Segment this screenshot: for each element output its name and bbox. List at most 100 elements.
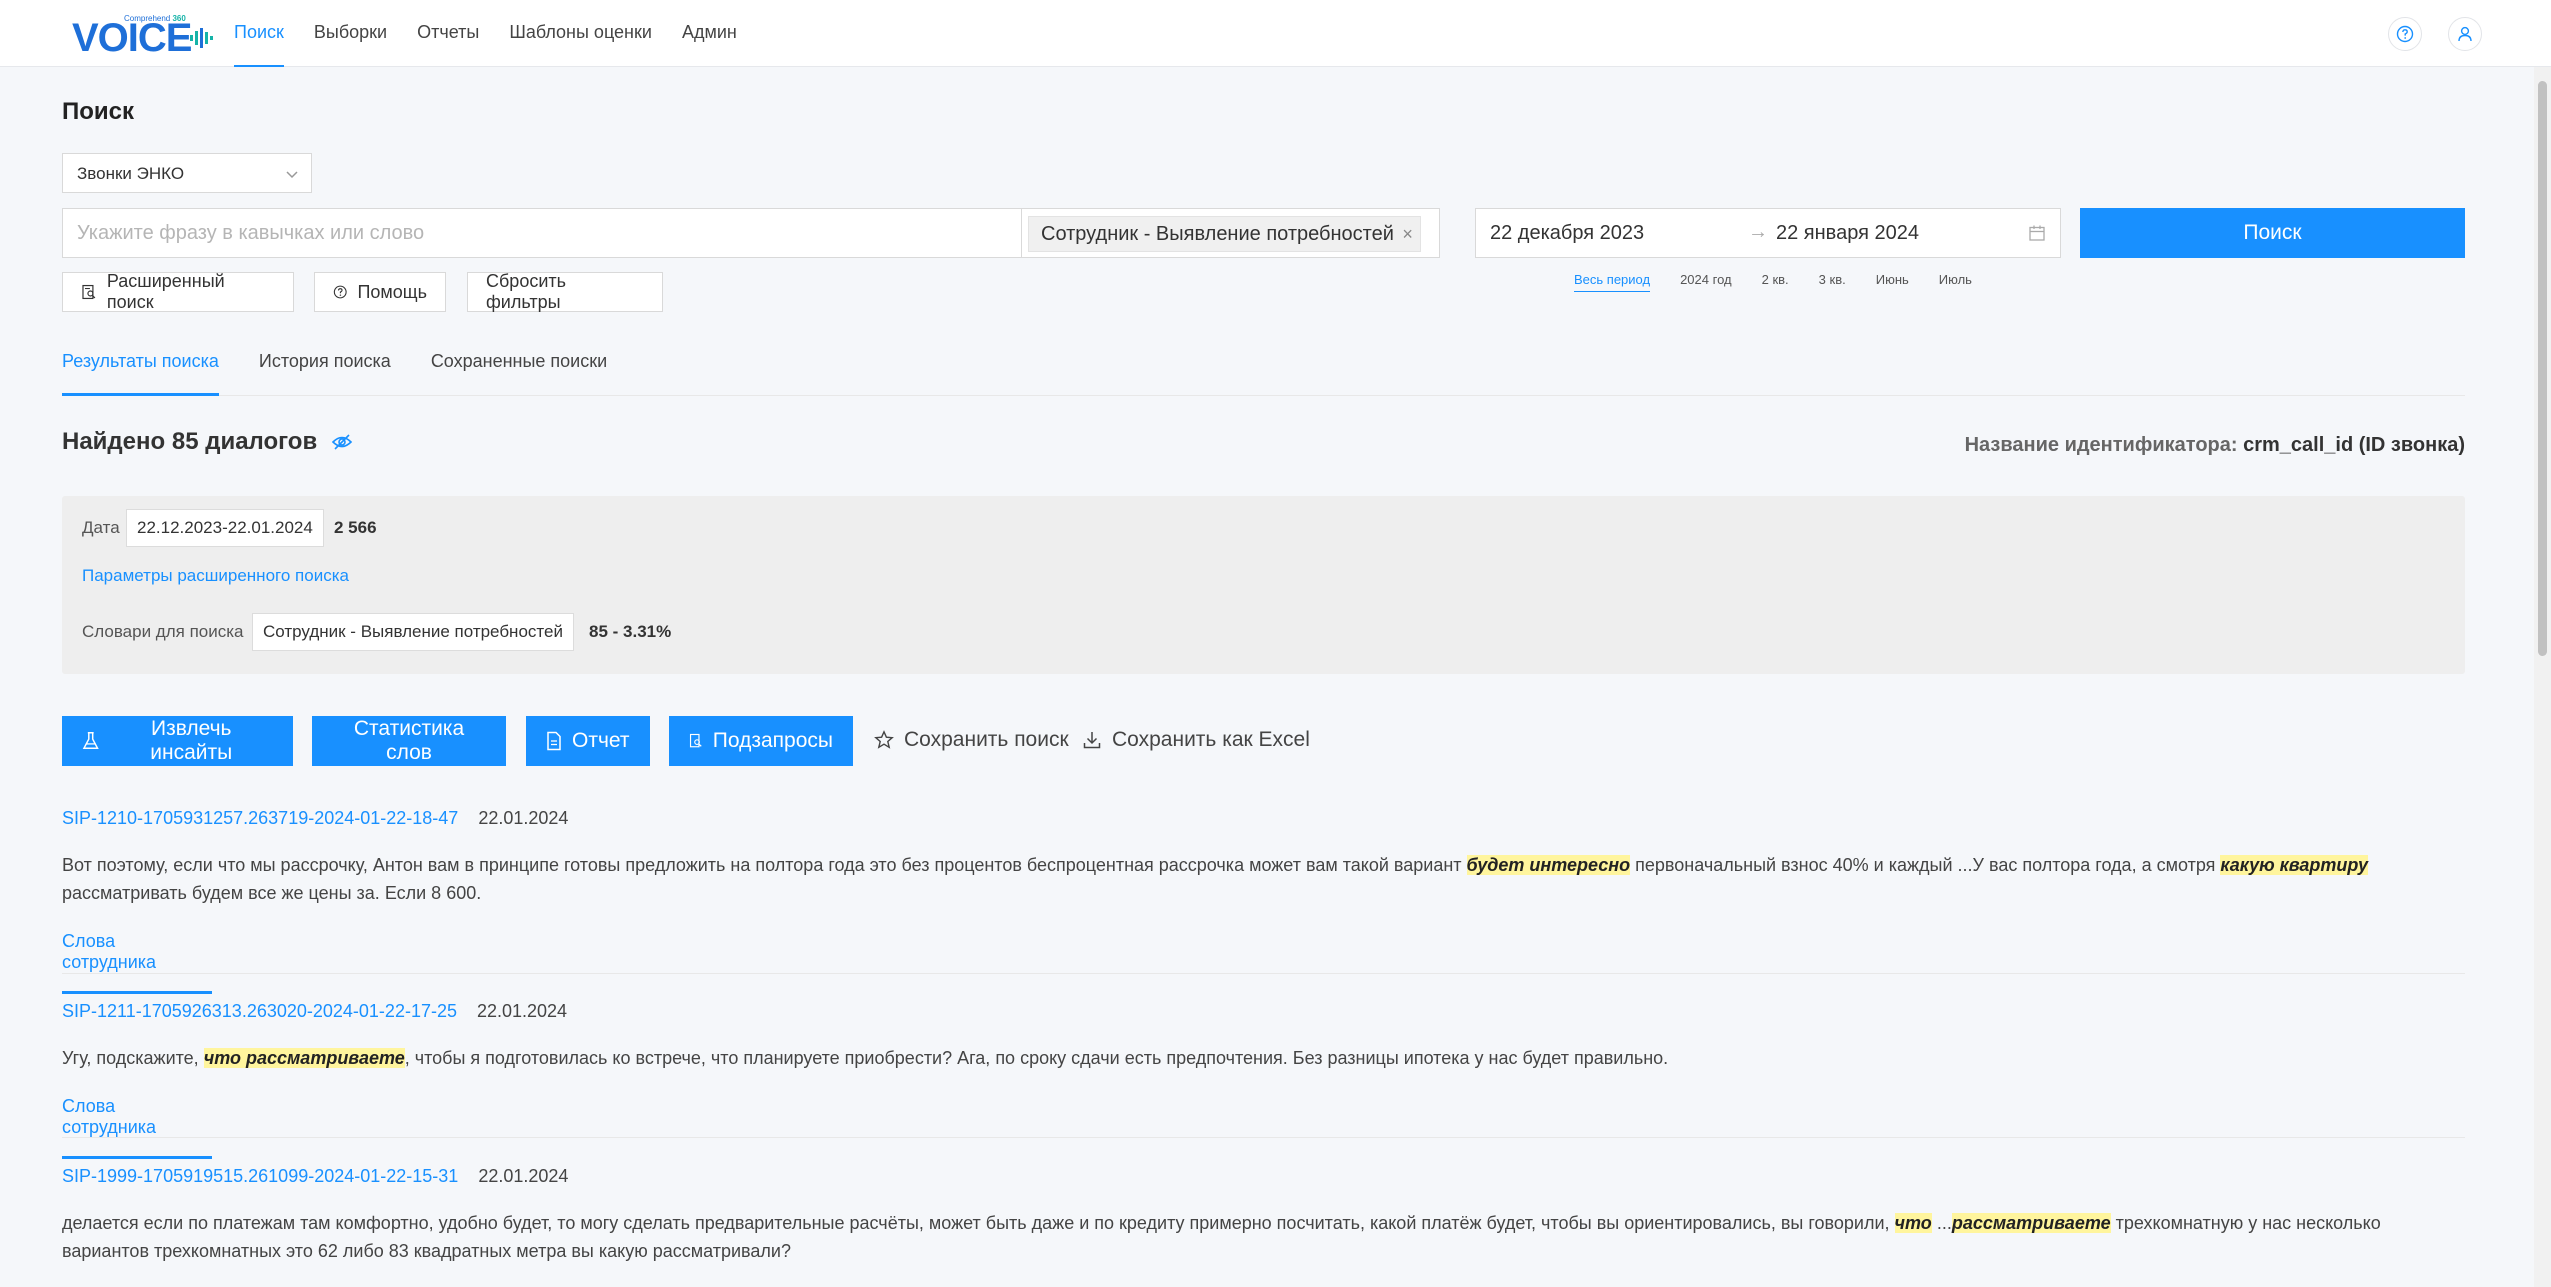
nav-search[interactable]: Поиск: [234, 0, 284, 67]
transcript-text: делается если по платежам там комфортно,…: [62, 1213, 1895, 1233]
period-all[interactable]: Весь период: [1574, 272, 1651, 292]
transcript-text: , чтобы я подготовилась ко встрече, что …: [404, 1048, 1669, 1068]
user-icon: [2458, 26, 2472, 42]
question-circle-icon: [333, 285, 347, 299]
logo-text: VOICE: [72, 16, 192, 60]
transcript-text: первоначальный взнос 40% и каждый ...У в…: [1630, 855, 2221, 875]
period-q2[interactable]: 2 кв.: [1762, 272, 1789, 292]
result-id-link[interactable]: SIP-1211-1705926313.263020-2024-01-22-17…: [62, 1001, 457, 1022]
filter-date-count: 2 566: [334, 518, 377, 537]
filter-date-label: Дата: [82, 518, 120, 537]
main-nav: Поиск Выборки Отчеты Шаблоны оценки Адми…: [234, 0, 767, 67]
result-id-link[interactable]: SIP-1210-1705931257.263719-2024-01-22-18…: [62, 808, 458, 829]
calendar-icon: [2029, 225, 2045, 241]
word-stats-button[interactable]: Статистика слов: [312, 716, 506, 766]
result-date: 22.01.2024: [478, 808, 569, 828]
soundwave-icon: [190, 28, 213, 48]
filter-dict-label: Словари для поиска: [82, 622, 244, 641]
help-link-button[interactable]: Помощь: [314, 272, 446, 312]
result-id-link[interactable]: SIP-1999-1705919515.261099-2024-01-22-15…: [62, 1166, 458, 1187]
scrollbar-thumb[interactable]: [2538, 81, 2547, 656]
highlighted-match: что: [1894, 1213, 1932, 1233]
word-stats-label: Статистика слов: [353, 717, 465, 764]
result-item: SIP-1211-1705926313.263020-2024-01-22-17…: [62, 1001, 2465, 1159]
search-button[interactable]: Поиск: [2080, 208, 2465, 258]
identifier-label: Название идентификатора:: [1964, 434, 2238, 456]
date-to[interactable]: 22 января 2024: [1776, 222, 1919, 245]
employee-words-tab[interactable]: Слова сотрудника: [62, 1096, 212, 1159]
transcript-text: Угу, подскажите,: [62, 1048, 204, 1068]
highlighted-match: что рассматриваете: [203, 1048, 405, 1068]
filter-dict-value: Сотрудник - Выявление потребностей: [252, 613, 574, 651]
subqueries-label: Подзапросы: [712, 729, 833, 752]
advanced-params-link[interactable]: Параметры расширенного поиска: [82, 566, 349, 586]
result-item: SIP-1999-1705919515.261099-2024-01-22-15…: [62, 1166, 2465, 1265]
subqueries-button[interactable]: Подзапросы: [669, 716, 853, 766]
period-june[interactable]: Июнь: [1876, 272, 1909, 292]
help-icon: [2396, 25, 2414, 43]
extract-insights-button[interactable]: Извлечь инсайты: [62, 716, 293, 766]
voice-logo[interactable]: Comprehend 360 VOICE: [72, 12, 213, 60]
close-icon[interactable]: ×: [1402, 217, 1413, 251]
search-document-icon: [82, 284, 96, 300]
transcript-text: рассматривать будем все же цены за. Если…: [62, 883, 482, 903]
report-label: Отчет: [572, 729, 630, 752]
help-label: Помощь: [357, 281, 427, 302]
save-search-button[interactable]: Сохранить поиск: [874, 728, 1069, 752]
advanced-search-label: Расширенный поиск: [106, 271, 225, 312]
eye-slash-icon[interactable]: [331, 433, 353, 451]
result-divider: [62, 1137, 2465, 1138]
nav-admin[interactable]: Админ: [682, 0, 737, 67]
identifier-info: Название идентификатора: crm_call_id (ID…: [1965, 434, 2465, 457]
download-icon: [1083, 732, 1101, 749]
result-transcript: Вот поэтому, если что мы рассрочку, Анто…: [62, 851, 2462, 907]
page-scrollbar[interactable]: [2534, 67, 2551, 1287]
search-document-icon: [689, 733, 702, 748]
top-bar: Comprehend 360 VOICE Поиск Выборки Отчет…: [0, 0, 2551, 67]
save-excel-label: Сохранить как Excel: [1112, 728, 1310, 751]
tab-search-results[interactable]: Результаты поиска: [62, 342, 219, 396]
search-phrase-input[interactable]: [62, 208, 1022, 258]
extract-insights-label: Извлечь инсайты: [150, 717, 233, 764]
filter-dict-count: 85 - 3.31%: [589, 622, 672, 641]
reset-filters-button[interactable]: Сбросить фильтры: [467, 271, 663, 312]
date-from[interactable]: 22 декабря 2023: [1490, 222, 1644, 245]
save-search-label: Сохранить поиск: [904, 728, 1069, 751]
result-divider: [62, 973, 2465, 974]
date-range-picker[interactable]: 22 декабря 2023 → 22 января 2024: [1475, 208, 2061, 258]
save-excel-button[interactable]: Сохранить как Excel: [1082, 728, 1310, 752]
period-shortcuts: Весь период 2024 год 2 кв. 3 кв. Июнь Ию…: [1574, 272, 2002, 292]
profile-button[interactable]: [2448, 17, 2482, 51]
tab-saved-searches[interactable]: Сохраненные поиски: [431, 342, 607, 396]
nav-reports[interactable]: Отчеты: [417, 0, 479, 67]
flask-icon: [82, 732, 99, 750]
period-q3[interactable]: 3 кв.: [1819, 272, 1846, 292]
result-date: 22.01.2024: [476, 1001, 568, 1021]
dictionary-select[interactable]: Сотрудник - Выявление потребностей ×: [1022, 208, 1440, 258]
transcript-text: ...: [1931, 1213, 1952, 1233]
nav-samples[interactable]: Выборки: [314, 0, 387, 67]
source-select[interactable]: Звонки ЭНКО: [62, 153, 312, 193]
transcript-text: Вот поэтому, если что мы рассрочку, Анто…: [62, 855, 1467, 875]
period-2024[interactable]: 2024 год: [1680, 272, 1732, 292]
dictionary-tag: Сотрудник - Выявление потребностей ×: [1028, 216, 1421, 252]
dictionary-tag-label: Сотрудник - Выявление потребностей: [1041, 223, 1394, 245]
employee-words-tab[interactable]: Слова сотрудника: [62, 931, 212, 994]
help-button[interactable]: [2388, 17, 2422, 51]
highlighted-match: рассматриваете: [1951, 1213, 2111, 1233]
report-button[interactable]: Отчет: [526, 716, 650, 766]
document-icon: [547, 731, 561, 751]
arrow-right-icon: →: [1748, 221, 1768, 243]
tab-search-history[interactable]: История поиска: [259, 342, 391, 396]
result-date: 22.01.2024: [478, 1166, 569, 1186]
advanced-search-button[interactable]: Расширенный поиск: [62, 271, 294, 312]
highlighted-match: какую квартиру: [2220, 855, 2368, 875]
results-tabs: Результаты поиска История поиска Сохране…: [62, 342, 2465, 396]
result-item: SIP-1210-1705931257.263719-2024-01-22-18…: [62, 808, 2465, 994]
period-july[interactable]: Июль: [1939, 272, 1972, 292]
page-title: Поиск: [62, 98, 135, 125]
filter-date-value: 22.12.2023-22.01.2024: [126, 509, 324, 547]
nav-templates[interactable]: Шаблоны оценки: [509, 0, 652, 67]
results-count: Найдено 85 диалогов: [62, 428, 318, 455]
source-select-value: Звонки ЭНКО: [77, 164, 185, 183]
